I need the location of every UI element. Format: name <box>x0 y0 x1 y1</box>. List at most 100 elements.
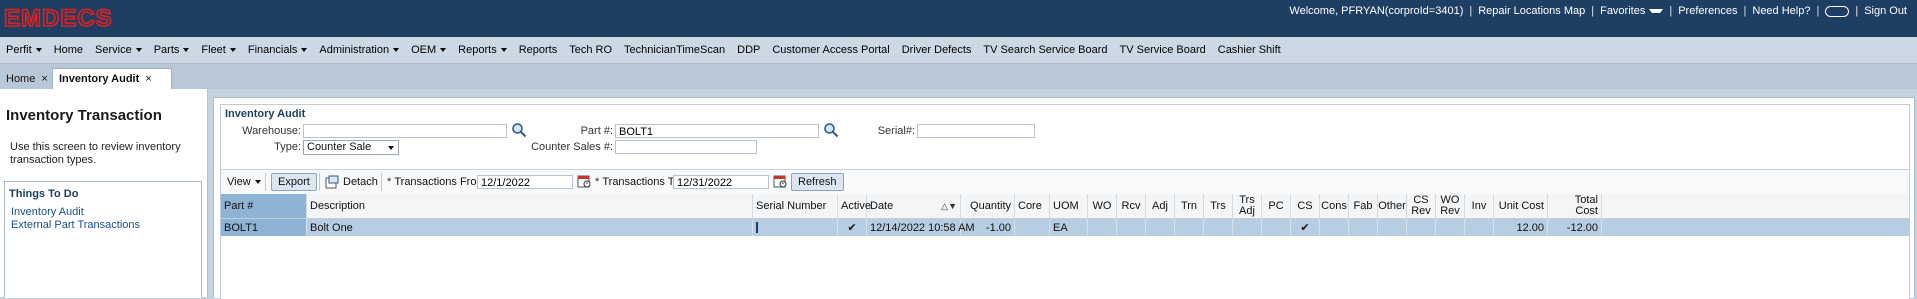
chevron-down-icon <box>135 48 142 52</box>
col-uom[interactable]: UOM <box>1050 194 1088 218</box>
menu-parts[interactable]: Parts <box>148 37 196 63</box>
chevron-down-icon <box>500 48 507 52</box>
search-icon[interactable] <box>823 122 839 138</box>
preferences-link[interactable]: Preferences <box>1674 5 1741 17</box>
col-cs-rev[interactable]: CS Rev <box>1407 194 1436 218</box>
col-wo[interactable]: WO <box>1088 194 1117 218</box>
signout-link[interactable]: Sign Out <box>1860 5 1911 17</box>
inventory-audit-panel: Inventory Audit Warehouse: Part #: BOLT1… <box>220 104 1910 299</box>
col-inv[interactable]: Inv <box>1465 194 1494 218</box>
refresh-button[interactable]: Refresh <box>791 173 844 191</box>
help-link[interactable]: Need Help? <box>1748 5 1814 17</box>
view-menu[interactable]: View <box>227 173 261 191</box>
calendar-icon[interactable] <box>773 174 787 188</box>
menu-ddp[interactable]: DDP <box>731 37 766 63</box>
sort-icon[interactable]: △▼ <box>941 201 957 212</box>
menu-customer-access-portal[interactable]: Customer Access Portal <box>766 37 895 63</box>
cell-cs: ✔ <box>1291 219 1320 236</box>
col-active[interactable]: Active <box>838 194 871 218</box>
table-row[interactable]: BOLT1 Bolt One ✔ 12/14/2022 10:58 AM -1.… <box>221 219 1909 236</box>
menu-service[interactable]: Service <box>89 37 148 63</box>
top-links: Welcome, PFRYAN(corproId=3401) | Repair … <box>1285 5 1911 17</box>
menu-driver-defects[interactable]: Driver Defects <box>896 37 978 63</box>
menu-reports[interactable]: Reports <box>513 37 564 63</box>
col-quantity[interactable]: Quantity <box>961 194 1015 218</box>
cell-other <box>1378 219 1407 236</box>
menu-perfit[interactable]: Perfit <box>0 37 48 63</box>
col-other[interactable]: Other <box>1378 194 1407 218</box>
close-icon[interactable]: × <box>41 73 47 85</box>
chevron-down-icon <box>301 48 308 52</box>
transactions-from-input[interactable]: 12/1/2022 <box>477 175 573 189</box>
calendar-icon[interactable] <box>577 174 591 188</box>
col-trs[interactable]: Trs <box>1204 194 1233 218</box>
link-inventory-audit[interactable]: Inventory Audit <box>11 206 84 218</box>
col-part[interactable]: Part # <box>221 194 307 218</box>
repair-map-link[interactable]: Repair Locations Map <box>1474 5 1589 17</box>
warehouse-input[interactable] <box>303 124 507 138</box>
transactions-to-input[interactable]: 12/31/2022 <box>673 175 769 189</box>
menu-cashier-shift[interactable]: Cashier Shift <box>1212 37 1287 63</box>
tab-home[interactable]: Home × <box>0 68 48 89</box>
type-select[interactable]: Counter Sale <box>303 140 399 155</box>
menu-reports-dropdown[interactable]: Reports <box>452 37 513 63</box>
col-total-cost[interactable]: Total Cost <box>1548 194 1602 218</box>
cell-active: ✔ <box>838 219 867 236</box>
part-input[interactable]: BOLT1 <box>615 124 819 138</box>
serial-label: Serial#: <box>877 125 915 137</box>
panel-title: Inventory Audit <box>225 108 306 120</box>
chat-icon[interactable] <box>1821 5 1853 17</box>
menu-financials[interactable]: Financials <box>242 37 314 63</box>
transactions-from-label: * Transactions From: <box>387 176 489 188</box>
main-pane: Inventory Audit Warehouse: Part #: BOLT1… <box>213 97 1915 299</box>
menu-tech-ro[interactable]: Tech RO <box>563 37 618 63</box>
search-icon[interactable] <box>511 122 527 138</box>
top-bar: EMDECS Welcome, PFRYAN(corproId=3401) | … <box>0 0 1917 37</box>
menu-tv-service-board[interactable]: TV Service Board <box>1114 37 1212 63</box>
counter-sales-input[interactable] <box>615 140 757 154</box>
cell-total-cost: -12.00 <box>1548 219 1602 236</box>
col-trs-adj[interactable]: Trs Adj <box>1233 194 1262 218</box>
favorites-menu[interactable]: Favorites <box>1596 5 1667 17</box>
col-unit-cost[interactable]: Unit Cost <box>1494 194 1548 218</box>
cell-date: 12/14/2022 10:58 AM <box>867 219 975 236</box>
col-trn[interactable]: Trn <box>1175 194 1204 218</box>
link-external-part-transactions[interactable]: External Part Transactions <box>11 219 140 231</box>
menu-tv-search-service-board[interactable]: TV Search Service Board <box>977 37 1113 63</box>
col-date[interactable]: Date △▼ <box>867 194 961 218</box>
close-icon[interactable]: × <box>145 73 151 85</box>
col-rcv[interactable]: Rcv <box>1117 194 1146 218</box>
cell-core <box>1015 219 1050 236</box>
col-fab[interactable]: Fab <box>1349 194 1378 218</box>
emdecs-logo[interactable]: EMDECS <box>4 3 116 33</box>
col-serial[interactable]: Serial Number <box>753 194 838 218</box>
menu-administration[interactable]: Administration <box>313 37 405 63</box>
page-description: Use this screen to review inventory tran… <box>10 141 181 166</box>
menu-oem[interactable]: OEM <box>405 37 452 63</box>
export-button[interactable]: Export <box>271 173 317 191</box>
tab-inventory-audit[interactable]: Inventory Audit × <box>52 68 172 89</box>
chevron-down-icon <box>35 48 42 52</box>
cell-trs-adj <box>1233 219 1262 236</box>
chevron-down-icon <box>388 146 394 150</box>
chevron-down-icon <box>229 48 236 52</box>
col-adj[interactable]: Adj <box>1146 194 1175 218</box>
cell-adj <box>1146 219 1175 236</box>
cell-serial[interactable] <box>753 219 838 236</box>
col-pc[interactable]: PC <box>1262 194 1291 218</box>
things-to-do-title: Things To Do <box>9 188 79 200</box>
warehouse-label: Warehouse: <box>242 125 301 137</box>
cell-description: Bolt One <box>307 219 753 236</box>
type-label: Type: <box>274 141 301 153</box>
col-core[interactable]: Core <box>1015 194 1050 218</box>
menu-fleet[interactable]: Fleet <box>195 37 241 63</box>
col-description[interactable]: Description <box>307 194 753 218</box>
menu-technician-timescan[interactable]: TechnicianTimeScan <box>618 37 731 63</box>
col-cons[interactable]: Cons <box>1320 194 1349 218</box>
serial-input[interactable] <box>917 124 1035 138</box>
col-wo-rev[interactable]: WO Rev <box>1436 194 1465 218</box>
detach-button[interactable]: Detach <box>325 173 378 191</box>
col-cs[interactable]: CS <box>1291 194 1320 218</box>
menu-home[interactable]: Home <box>48 37 89 63</box>
chevron-down-icon <box>393 48 400 52</box>
